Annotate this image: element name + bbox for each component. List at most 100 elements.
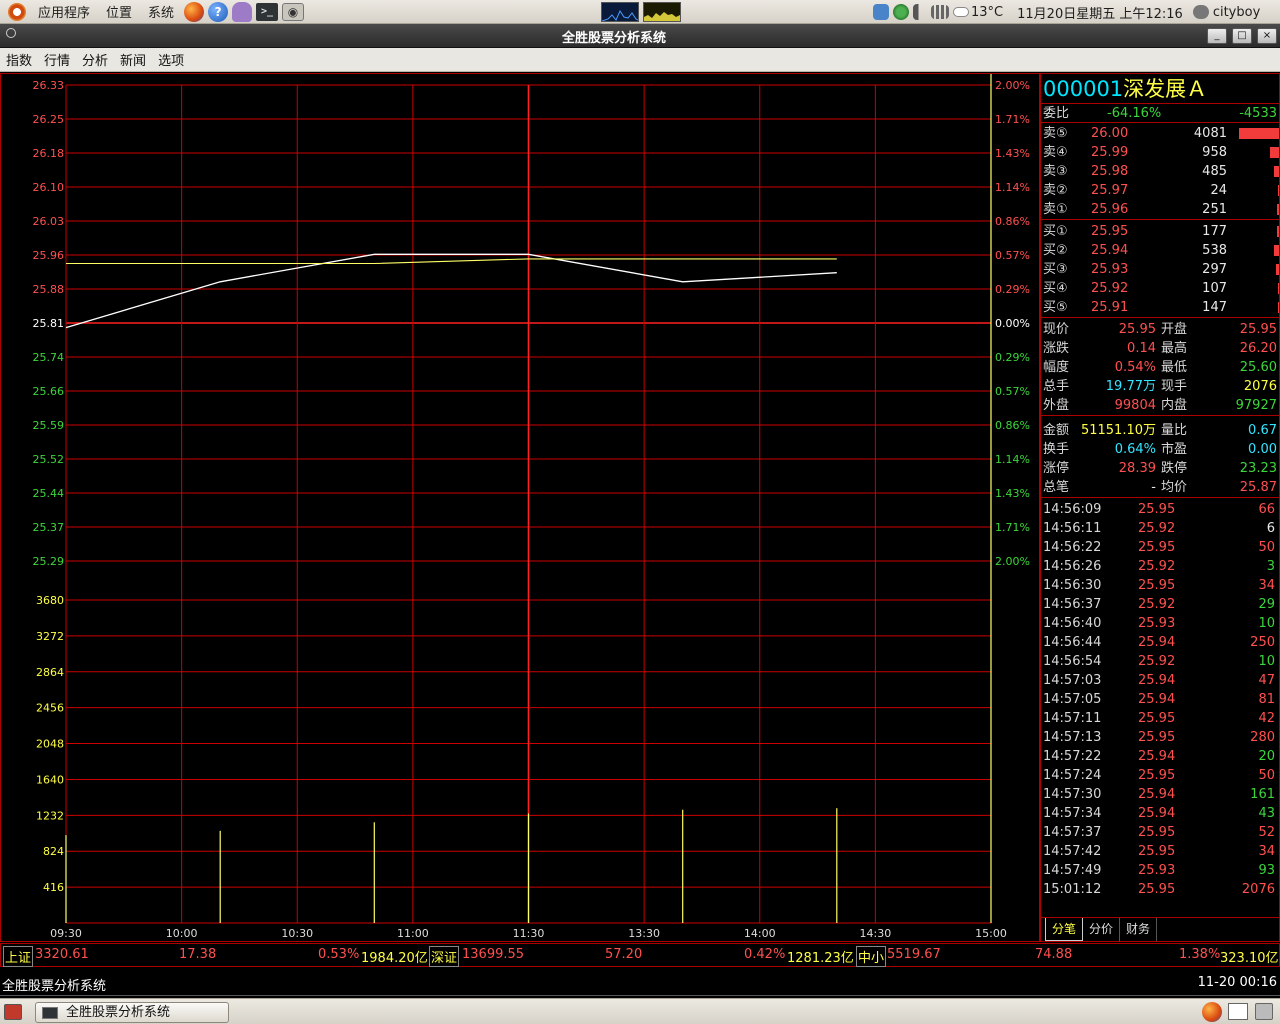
tick-row[interactable]: 14:56:11 25.92 6 <box>1041 519 1279 538</box>
username[interactable]: cityboy <box>1213 5 1260 20</box>
tab-finance[interactable]: 财务 <box>1120 918 1158 941</box>
menu-index[interactable]: 指数 <box>0 50 38 69</box>
tick-row[interactable]: 14:57:24 25.95 50 <box>1041 766 1279 785</box>
tab-ticks[interactable]: 分笔 <box>1045 918 1084 941</box>
index-change-sme: 74.88 <box>1035 947 1073 962</box>
stat-row: 总笔 - 均价 25.87 <box>1041 478 1279 497</box>
tick-volume: 280 <box>1250 730 1275 745</box>
help-icon[interactable]: ? <box>208 1 229 22</box>
book-volume-bar <box>1278 283 1279 294</box>
terminal-icon[interactable]: >_ <box>256 2 279 21</box>
price-tick-label: 25.29 <box>33 555 65 568</box>
maximize-button[interactable]: □ <box>1232 28 1252 44</box>
tick-volume: 10 <box>1258 616 1275 631</box>
weather-cloud-icon <box>953 7 969 17</box>
tick-row[interactable]: 14:57:30 25.94 161 <box>1041 785 1279 804</box>
volume-tick-label: 2456 <box>36 702 64 715</box>
tick-row[interactable]: 14:57:13 25.95 280 <box>1041 728 1279 747</box>
stat-label: 总手 <box>1043 379 1070 394</box>
bid-row[interactable]: 买① 25.95 177 <box>1041 222 1279 241</box>
show-desktop-icon[interactable] <box>4 1004 22 1020</box>
tick-row[interactable]: 14:56:09 25.95 66 <box>1041 500 1279 519</box>
tick-row[interactable]: 14:56:30 25.95 34 <box>1041 576 1279 595</box>
intraday-chart-svg[interactable]: 26.33 2.00% 26.25 1.71% 26.18 1.43% 26.10 1.14%… <box>1 74 1039 941</box>
tick-row[interactable]: 14:57:11 25.95 42 <box>1041 709 1279 728</box>
clock[interactable]: 11月20日星期五 上午12:16 <box>1017 3 1183 22</box>
menu-news[interactable]: 新闻 <box>114 50 152 69</box>
tick-row[interactable]: 14:57:37 25.95 52 <box>1041 823 1279 842</box>
quote-panel: 000001深发展Ａ 委比 -64.16% -4533 卖⑤ 26.00 4081 卖… <box>1040 73 1280 942</box>
menu-system[interactable]: 系统 <box>140 2 182 21</box>
cpu-monitor-icon[interactable] <box>601 2 639 22</box>
workspace-switcher-icon[interactable] <box>1228 1003 1248 1020</box>
index-tag-sh[interactable]: 上证 <box>3 946 34 967</box>
stat-value: 26.20 <box>1239 341 1277 356</box>
firefox-icon[interactable] <box>184 1 205 22</box>
stat-value: 25.60 <box>1239 360 1277 375</box>
intraday-chart[interactable]: 26.33 2.00% 26.25 1.71% 26.18 1.43% 26.10 1.14%… <box>0 73 1040 942</box>
network-icon[interactable] <box>873 4 889 20</box>
screenshot-icon[interactable]: ◉ <box>282 2 305 21</box>
net-monitor-icon[interactable] <box>643 2 681 22</box>
book-volume-bar <box>1239 128 1279 139</box>
signal-icon[interactable] <box>931 5 949 19</box>
index-tag-sme[interactable]: 中小 <box>856 946 887 967</box>
tick-volume: 29 <box>1258 597 1275 612</box>
window-titlebar[interactable]: 全胜股票分析系统 _ □ × <box>0 24 1280 48</box>
book-level-label: 卖① <box>1043 202 1068 217</box>
bid-row[interactable]: 买③ 25.93 297 <box>1041 260 1279 279</box>
trash-icon[interactable] <box>1255 1003 1273 1020</box>
index-tag-sz[interactable]: 深证 <box>429 946 460 967</box>
tick-price: 25.95 <box>1138 578 1176 593</box>
bid-row[interactable]: 买⑤ 25.91 147 <box>1041 298 1279 317</box>
taskbar-window-button[interactable]: 全胜股票分析系统 <box>35 1002 229 1023</box>
price-tick-label: 25.52 <box>33 453 65 466</box>
menu-quotes[interactable]: 行情 <box>38 50 76 69</box>
close-button[interactable]: × <box>1257 28 1277 44</box>
tick-row[interactable]: 14:57:22 25.94 20 <box>1041 747 1279 766</box>
time-tick-label: 14:00 <box>744 927 776 940</box>
ask-row[interactable]: 卖④ 25.99 958 <box>1041 143 1279 162</box>
stat-label: 总笔 <box>1043 480 1070 495</box>
tab-price-dist[interactable]: 分价 <box>1083 918 1121 941</box>
tick-row[interactable]: 15:01:12 25.95 2076 <box>1041 880 1279 899</box>
tick-row[interactable]: 14:56:22 25.95 50 <box>1041 538 1279 557</box>
tick-time: 14:57:30 <box>1043 787 1102 802</box>
tick-row[interactable]: 14:56:37 25.92 29 <box>1041 595 1279 614</box>
tick-row[interactable]: 14:57:03 25.94 47 <box>1041 671 1279 690</box>
tick-price: 25.94 <box>1138 787 1176 802</box>
weibi-pct: -64.16% <box>1107 106 1162 121</box>
tick-row[interactable]: 14:56:26 25.92 3 <box>1041 557 1279 576</box>
tick-price: 25.95 <box>1138 540 1176 555</box>
tick-row[interactable]: 14:57:05 25.94 81 <box>1041 690 1279 709</box>
menu-places[interactable]: 位置 <box>98 2 140 21</box>
menu-options[interactable]: 选项 <box>152 50 190 69</box>
pct-tick-label: 0.29% <box>995 283 1030 296</box>
firefox-tray-icon[interactable] <box>1202 1002 1222 1022</box>
tick-row[interactable]: 14:57:42 25.95 34 <box>1041 842 1279 861</box>
bid-row[interactable]: 买② 25.94 538 <box>1041 241 1279 260</box>
menu-applications[interactable]: 应用程序 <box>30 2 98 21</box>
tick-row[interactable]: 14:56:40 25.93 10 <box>1041 614 1279 633</box>
bid-row[interactable]: 买④ 25.92 107 <box>1041 279 1279 298</box>
ask-row[interactable]: 卖① 25.96 251 <box>1041 200 1279 219</box>
tick-row[interactable]: 14:56:44 25.94 250 <box>1041 633 1279 652</box>
volume-icon[interactable] <box>913 4 927 20</box>
tick-row[interactable]: 14:56:54 25.92 10 <box>1041 652 1279 671</box>
update-icon[interactable] <box>893 4 909 20</box>
book-level-label: 卖④ <box>1043 145 1068 160</box>
ubuntu-logo-icon[interactable] <box>8 2 26 21</box>
tick-row[interactable]: 14:57:49 25.93 93 <box>1041 861 1279 880</box>
ask-row[interactable]: 卖⑤ 26.00 4081 <box>1041 124 1279 143</box>
tick-row[interactable]: 14:57:34 25.94 43 <box>1041 804 1279 823</box>
minimize-button[interactable]: _ <box>1207 28 1227 44</box>
pidgin-icon[interactable] <box>232 1 253 22</box>
weather-temp[interactable]: 13°C <box>971 5 1003 20</box>
pct-tick-label: 1.71% <box>995 113 1030 126</box>
menu-analysis[interactable]: 分析 <box>76 50 114 69</box>
tick-list[interactable]: 14:56:09 25.95 66 14:56:11 25.92 6 14:56:22 25.… <box>1041 498 1279 899</box>
time-tick-label: 14:30 <box>860 927 892 940</box>
ask-row[interactable]: 卖③ 25.98 485 <box>1041 162 1279 181</box>
ask-row[interactable]: 卖② 25.97 24 <box>1041 181 1279 200</box>
tick-price: 25.95 <box>1138 825 1176 840</box>
